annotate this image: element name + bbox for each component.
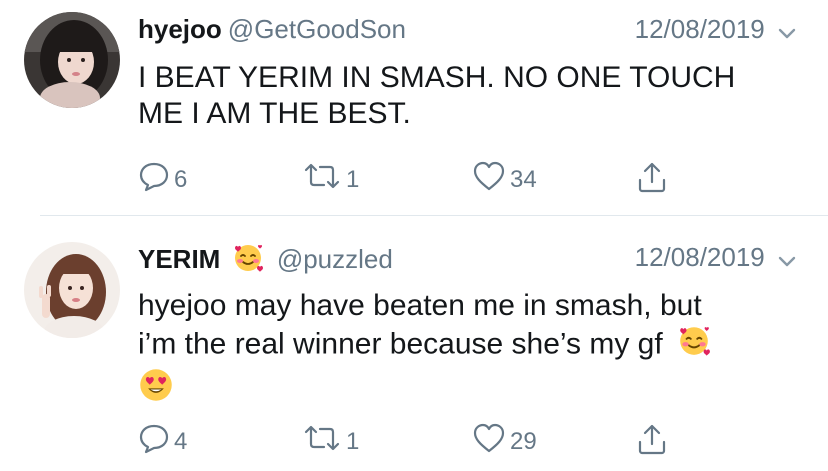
share-icon — [636, 160, 668, 201]
handle[interactable]: @GetGoodSon — [228, 14, 406, 44]
like-count: 34 — [510, 165, 537, 193]
display-name[interactable]: hyejoo — [138, 14, 222, 44]
tweet-2[interactable]: YERIM @puzzled 12/08/2019 hyejoo may hav… — [0, 216, 828, 471]
tweet-text-line: I BEAT YERIM IN SMASH. NO ONE TOUCH — [138, 61, 736, 94]
reply-button[interactable]: 4 — [138, 422, 187, 461]
date-text: 12/08/2019 — [634, 14, 765, 44]
avatar[interactable] — [24, 12, 120, 108]
retweet-icon — [302, 422, 342, 461]
share-button[interactable] — [636, 160, 668, 201]
avatar[interactable] — [24, 242, 120, 338]
tweet-date[interactable]: 12/08/2019 — [635, 242, 796, 274]
tweet-text-line: ME I AM THE BEST. — [138, 97, 411, 130]
tweet-text-line-with-emoji: i’m the real winner because she’s my gf — [138, 324, 798, 367]
reply-button[interactable]: 6 — [138, 160, 187, 199]
reply-count: 4 — [174, 427, 188, 455]
tweet-text-emoji-line — [138, 367, 798, 412]
retweet-count: 1 — [346, 165, 360, 193]
chevron-down-icon[interactable] — [778, 16, 796, 46]
retweet-icon — [302, 160, 342, 199]
tweet-text-line: i’m the real winner because she’s my gf — [138, 327, 663, 361]
retweet-count: 1 — [346, 427, 360, 455]
like-count: 29 — [510, 427, 537, 455]
heart-icon — [472, 422, 506, 461]
like-button[interactable]: 34 — [472, 160, 537, 199]
share-button[interactable] — [636, 422, 668, 463]
heart-icon — [472, 160, 506, 199]
reply-count: 6 — [174, 165, 188, 193]
tweet-text-line: hyejoo may have beaten me in smash, but — [138, 289, 702, 322]
reply-icon — [138, 160, 170, 199]
tweet-header: YERIM @puzzled — [138, 242, 393, 280]
heart-eyes-icon — [138, 367, 174, 412]
display-name[interactable]: YERIM — [138, 244, 220, 274]
tweet-1[interactable]: hyejoo @GetGoodSon 12/08/2019 I BEAT YERI… — [0, 0, 828, 215]
handle[interactable]: @puzzled — [277, 244, 393, 274]
retweet-button[interactable]: 1 — [302, 422, 359, 461]
like-button[interactable]: 29 — [472, 422, 537, 461]
smiling-face-with-hearts-icon — [232, 242, 264, 280]
tweet-actions: 4 1 29 — [0, 422, 828, 462]
tweet-date[interactable]: 12/08/2019 — [635, 14, 796, 46]
tweet-actions: 6 1 34 — [0, 160, 828, 200]
smiling-face-with-hearts-icon — [677, 324, 711, 367]
tweet-header: hyejoo @GetGoodSon — [138, 14, 406, 44]
tweet-text: hyejoo may have beaten me in smash, but … — [138, 288, 798, 412]
share-icon — [636, 422, 668, 463]
chevron-down-icon[interactable] — [778, 244, 796, 274]
tweet-text: I BEAT YERIM IN SMASH. NO ONE TOUCH ME I… — [138, 60, 798, 132]
date-text: 12/08/2019 — [634, 242, 765, 272]
reply-icon — [138, 422, 170, 461]
retweet-button[interactable]: 1 — [302, 160, 359, 199]
